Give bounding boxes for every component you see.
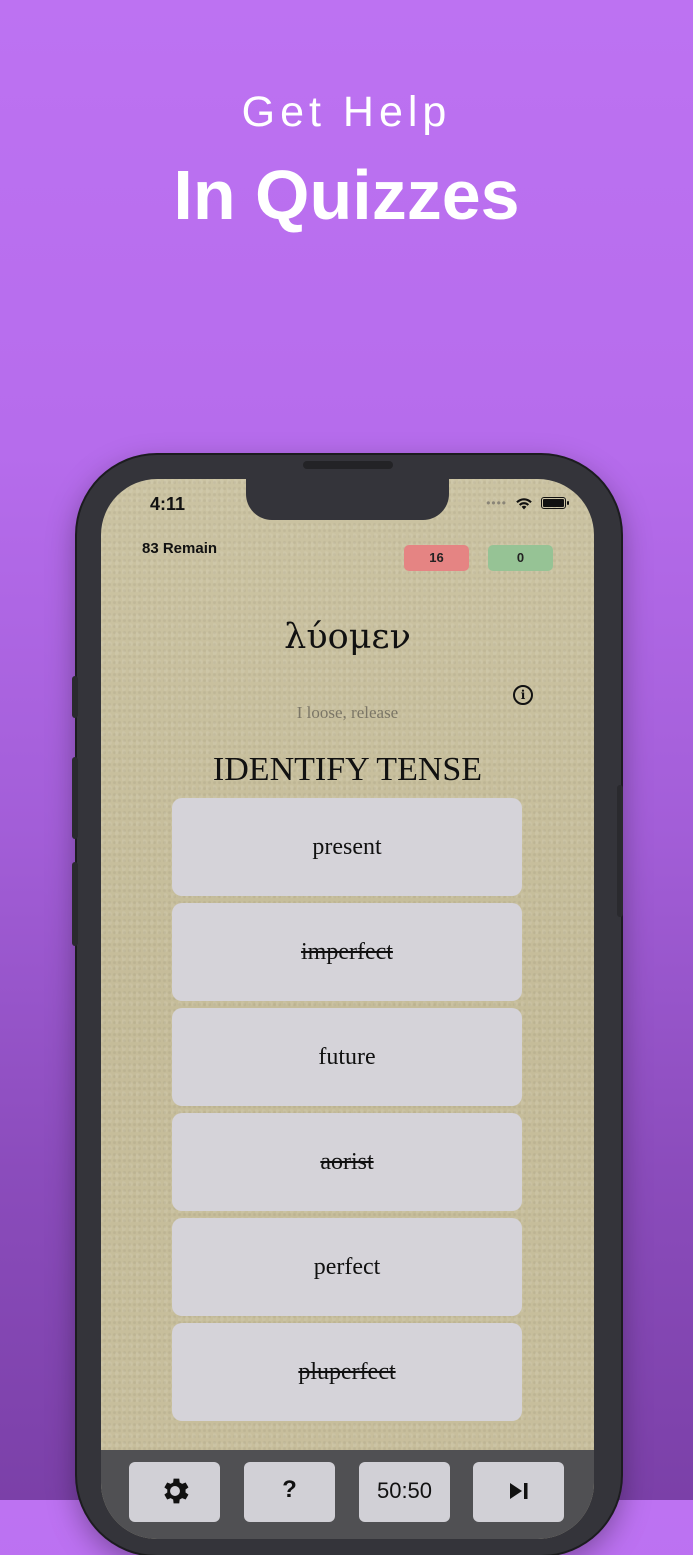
bottom-toolbar: ? 50:50 bbox=[101, 1450, 594, 1539]
status-icons: •••• bbox=[486, 496, 569, 510]
wrong-count-badge: 16 bbox=[404, 545, 469, 571]
answer-button-pluperfect[interactable]: pluperfect bbox=[172, 1323, 522, 1421]
answer-button-perfect[interactable]: perfect bbox=[172, 1218, 522, 1316]
phone-screen: 4:11 •••• 83 Remain 16 0 λύομεν i I loos… bbox=[101, 479, 594, 1539]
headline-subtitle: Get Help bbox=[241, 88, 452, 136]
volume-up-button bbox=[72, 757, 78, 839]
answer-label: pluperfect bbox=[298, 1359, 396, 1385]
skip-button[interactable] bbox=[473, 1462, 564, 1522]
skip-icon bbox=[509, 1483, 527, 1499]
cellular-signal-icon: •••• bbox=[486, 496, 507, 510]
mute-switch bbox=[72, 676, 78, 718]
volume-down-button bbox=[72, 862, 78, 946]
gear-icon bbox=[163, 1478, 188, 1504]
power-button bbox=[617, 785, 623, 917]
info-icon[interactable]: i bbox=[513, 685, 533, 705]
notch bbox=[246, 479, 449, 520]
hint-button[interactable]: ? bbox=[244, 1462, 335, 1522]
phone-speaker bbox=[303, 461, 393, 469]
quiz-prompt: IDENTIFY TENSE bbox=[212, 751, 483, 788]
quiz-word: λύομεν bbox=[284, 617, 411, 657]
answer-label: perfect bbox=[313, 1254, 381, 1280]
answer-button-aorist[interactable]: aorist bbox=[172, 1113, 522, 1211]
answer-button-present[interactable]: present bbox=[172, 798, 522, 896]
word-gloss: I loose, release bbox=[296, 703, 399, 722]
right-count-badge: 0 bbox=[488, 545, 553, 571]
settings-button[interactable] bbox=[129, 1462, 220, 1522]
headline-title: In Quizzes bbox=[173, 156, 520, 234]
answer-label: aorist bbox=[320, 1149, 374, 1175]
status-time: 4:11 bbox=[150, 494, 186, 514]
answer-label: present bbox=[312, 834, 382, 860]
battery-icon bbox=[541, 497, 569, 509]
answer-button-imperfect[interactable]: imperfect bbox=[172, 903, 522, 1001]
answer-button-future[interactable]: future bbox=[172, 1008, 522, 1106]
hint-label: ? bbox=[282, 1476, 297, 1503]
wifi-icon bbox=[516, 497, 532, 509]
answer-label: future bbox=[318, 1044, 376, 1070]
fifty-fifty-button[interactable]: 50:50 bbox=[359, 1462, 450, 1522]
fifty-fifty-label: 50:50 bbox=[376, 1478, 433, 1503]
remaining-count: 83 Remain bbox=[142, 540, 218, 557]
answer-label: imperfect bbox=[301, 939, 393, 965]
